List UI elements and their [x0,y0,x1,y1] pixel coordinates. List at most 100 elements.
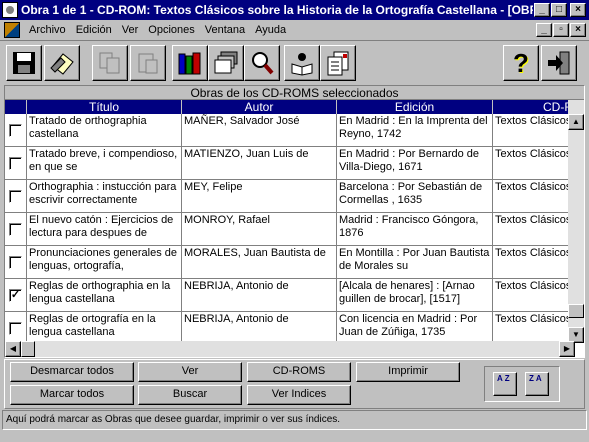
buscar-button[interactable]: Buscar [138,385,242,405]
paste-button[interactable] [130,45,166,81]
action-panel: Desmarcar todos Ver CD-ROMS Imprimir Mar… [4,359,585,409]
cell-check [5,114,27,146]
cell-edicion: [Alcala de henares] : [Arnao guillen de … [337,279,493,311]
mdi-minimize-button[interactable]: _ [536,23,552,37]
row-checkbox[interactable] [9,321,22,335]
document-icon[interactable] [4,22,20,38]
row-checkbox[interactable] [9,156,22,170]
cell-titulo: Pronunciaciones generales de lenguas, or… [27,246,182,278]
cell-titulo: Tratado de orthographia castellana [27,114,182,146]
ver-indices-button[interactable]: Ver Indices [247,385,351,405]
scroll-right-button[interactable]: ▶ [559,341,575,357]
table-row[interactable]: Tratado breve, i compendioso, en que se M… [5,147,575,180]
menu-opciones[interactable]: Opciones [143,24,199,36]
sort-ascending-button[interactable]: A Z [493,372,517,396]
row-checkbox[interactable] [9,255,22,269]
maximize-button[interactable]: □ [551,3,567,17]
grid-caption: Obras de los CD-ROMS seleccionados [5,86,584,100]
cell-autor: NEBRIJA, Antonio de [182,312,337,344]
window-title: Obra 1 de 1 - CD-ROM: Textos Clásicos so… [21,3,533,17]
title-bar: Obra 1 de 1 - CD-ROM: Textos Clásicos so… [0,0,589,20]
cell-cd: Textos Clásicos Historia de la O [495,115,575,127]
cell-edicion: Madrid : Francisco Góngora, 1876 [337,213,493,245]
cell-check [5,213,27,245]
toolbar: ? [0,40,589,84]
row-checkbox[interactable] [9,189,22,203]
cell-cd: Textos Clásicos Historia de la O [495,214,575,226]
cell-autor: MONROY, Rafael [182,213,337,245]
mdi-restore-button[interactable]: ▫ [553,23,569,37]
cell-autor: MEY, Felipe [182,180,337,212]
table-row[interactable]: El nuevo catón : Ejercicios de lectura p… [5,213,575,246]
sort-za-icon: Z A [529,374,542,383]
help-icon: ? [513,48,529,78]
cell-autor: MAÑER, Salvador José [182,114,337,146]
copy-button[interactable] [92,45,128,81]
menu-archivo[interactable]: Archivo [24,24,71,36]
cell-cd: Textos Clásicos Historia de la O [495,247,575,259]
status-bar: Aquí podrá marcar as Obras que desee gua… [2,410,587,430]
vertical-scroll-thumb[interactable] [568,304,584,318]
works-button[interactable] [172,45,208,81]
sort-group: A Z Z A [484,366,560,402]
header-cd[interactable]: CD-R [493,100,575,114]
copy-icon [99,52,120,74]
index-button[interactable] [320,45,356,81]
exit-icon [548,51,570,75]
vertical-scrollbar[interactable]: ▲ ▼ [568,100,584,343]
scroll-left-button[interactable]: ◀ [5,341,21,357]
scroll-up-button[interactable]: ▲ [568,114,584,130]
magnifier-icon [252,52,274,75]
grid-rows: Tratado de orthographia castellana MAÑER,… [5,114,575,357]
cell-check [5,246,27,278]
help-button[interactable]: ? [503,45,539,81]
cell-titulo: Tratado breve, i compendioso, en que se [27,147,182,179]
cell-check [5,312,27,344]
imprimir-button[interactable]: Imprimir [356,362,460,382]
cell-titulo: Reglas de orthographia en la lengua cast… [27,279,182,311]
grid-header: Título Autor Edición CD-R [5,100,575,114]
row-checkbox[interactable] [9,123,22,137]
menu-ver[interactable]: Ver [117,24,144,36]
ver-button[interactable]: Ver [138,362,242,382]
app-icon[interactable] [2,2,18,18]
cell-cd: Textos Clásicos Historia de la O [495,313,575,325]
print-button[interactable] [44,45,80,81]
desmarcar-todos-button[interactable]: Desmarcar todos [10,362,134,382]
index-icon [327,51,349,76]
cell-cd: Textos Clásicos Historia de la O [495,280,575,292]
header-check [5,100,27,114]
menu-edicion[interactable]: Edición [71,24,117,36]
books-icon [178,52,201,75]
horizontal-scrollbar[interactable]: ◀ ▶ [5,341,575,357]
paste-icon [138,53,158,74]
table-row[interactable]: Pronunciaciones generales de lenguas, or… [5,246,575,279]
cell-autor: MATIENZO, Juan Luis de [182,147,337,179]
save-icon [13,52,35,74]
header-autor[interactable]: Autor [182,100,337,114]
reader-icon [291,53,313,76]
cdroms-button[interactable]: CD-ROMS [247,362,351,382]
menu-ayuda[interactable]: Ayuda [250,24,291,36]
horizontal-scroll-thumb[interactable] [21,341,35,357]
header-edicion[interactable]: Edición [337,100,493,114]
reader-button[interactable] [284,45,320,81]
cell-autor: MORALES, Juan Bautista de [182,246,337,278]
table-row[interactable]: Tratado de orthographia castellana MAÑER,… [5,114,575,147]
menu-ventana[interactable]: Ventana [200,24,250,36]
row-checkbox[interactable]: ✓ [9,288,22,302]
save-button[interactable] [6,45,42,81]
close-button[interactable]: × [570,3,586,17]
sort-descending-button[interactable]: Z A [525,372,549,396]
mdi-close-button[interactable]: × [570,23,586,37]
row-checkbox[interactable] [9,222,22,236]
table-row[interactable]: Orthographia : instucción para escrivir … [5,180,575,213]
header-titulo[interactable]: Título [27,100,182,114]
exit-button[interactable] [541,45,577,81]
table-row[interactable]: ✓ Reglas de orthographia en la lengua cas… [5,279,575,312]
stack-button[interactable] [208,45,244,81]
marcar-todos-button[interactable]: Marcar todos [10,385,134,405]
cell-edicion: En Montilla : Por Juan Bautista de Moral… [337,246,493,278]
search-button[interactable] [244,45,280,81]
minimize-button[interactable]: _ [534,3,550,17]
